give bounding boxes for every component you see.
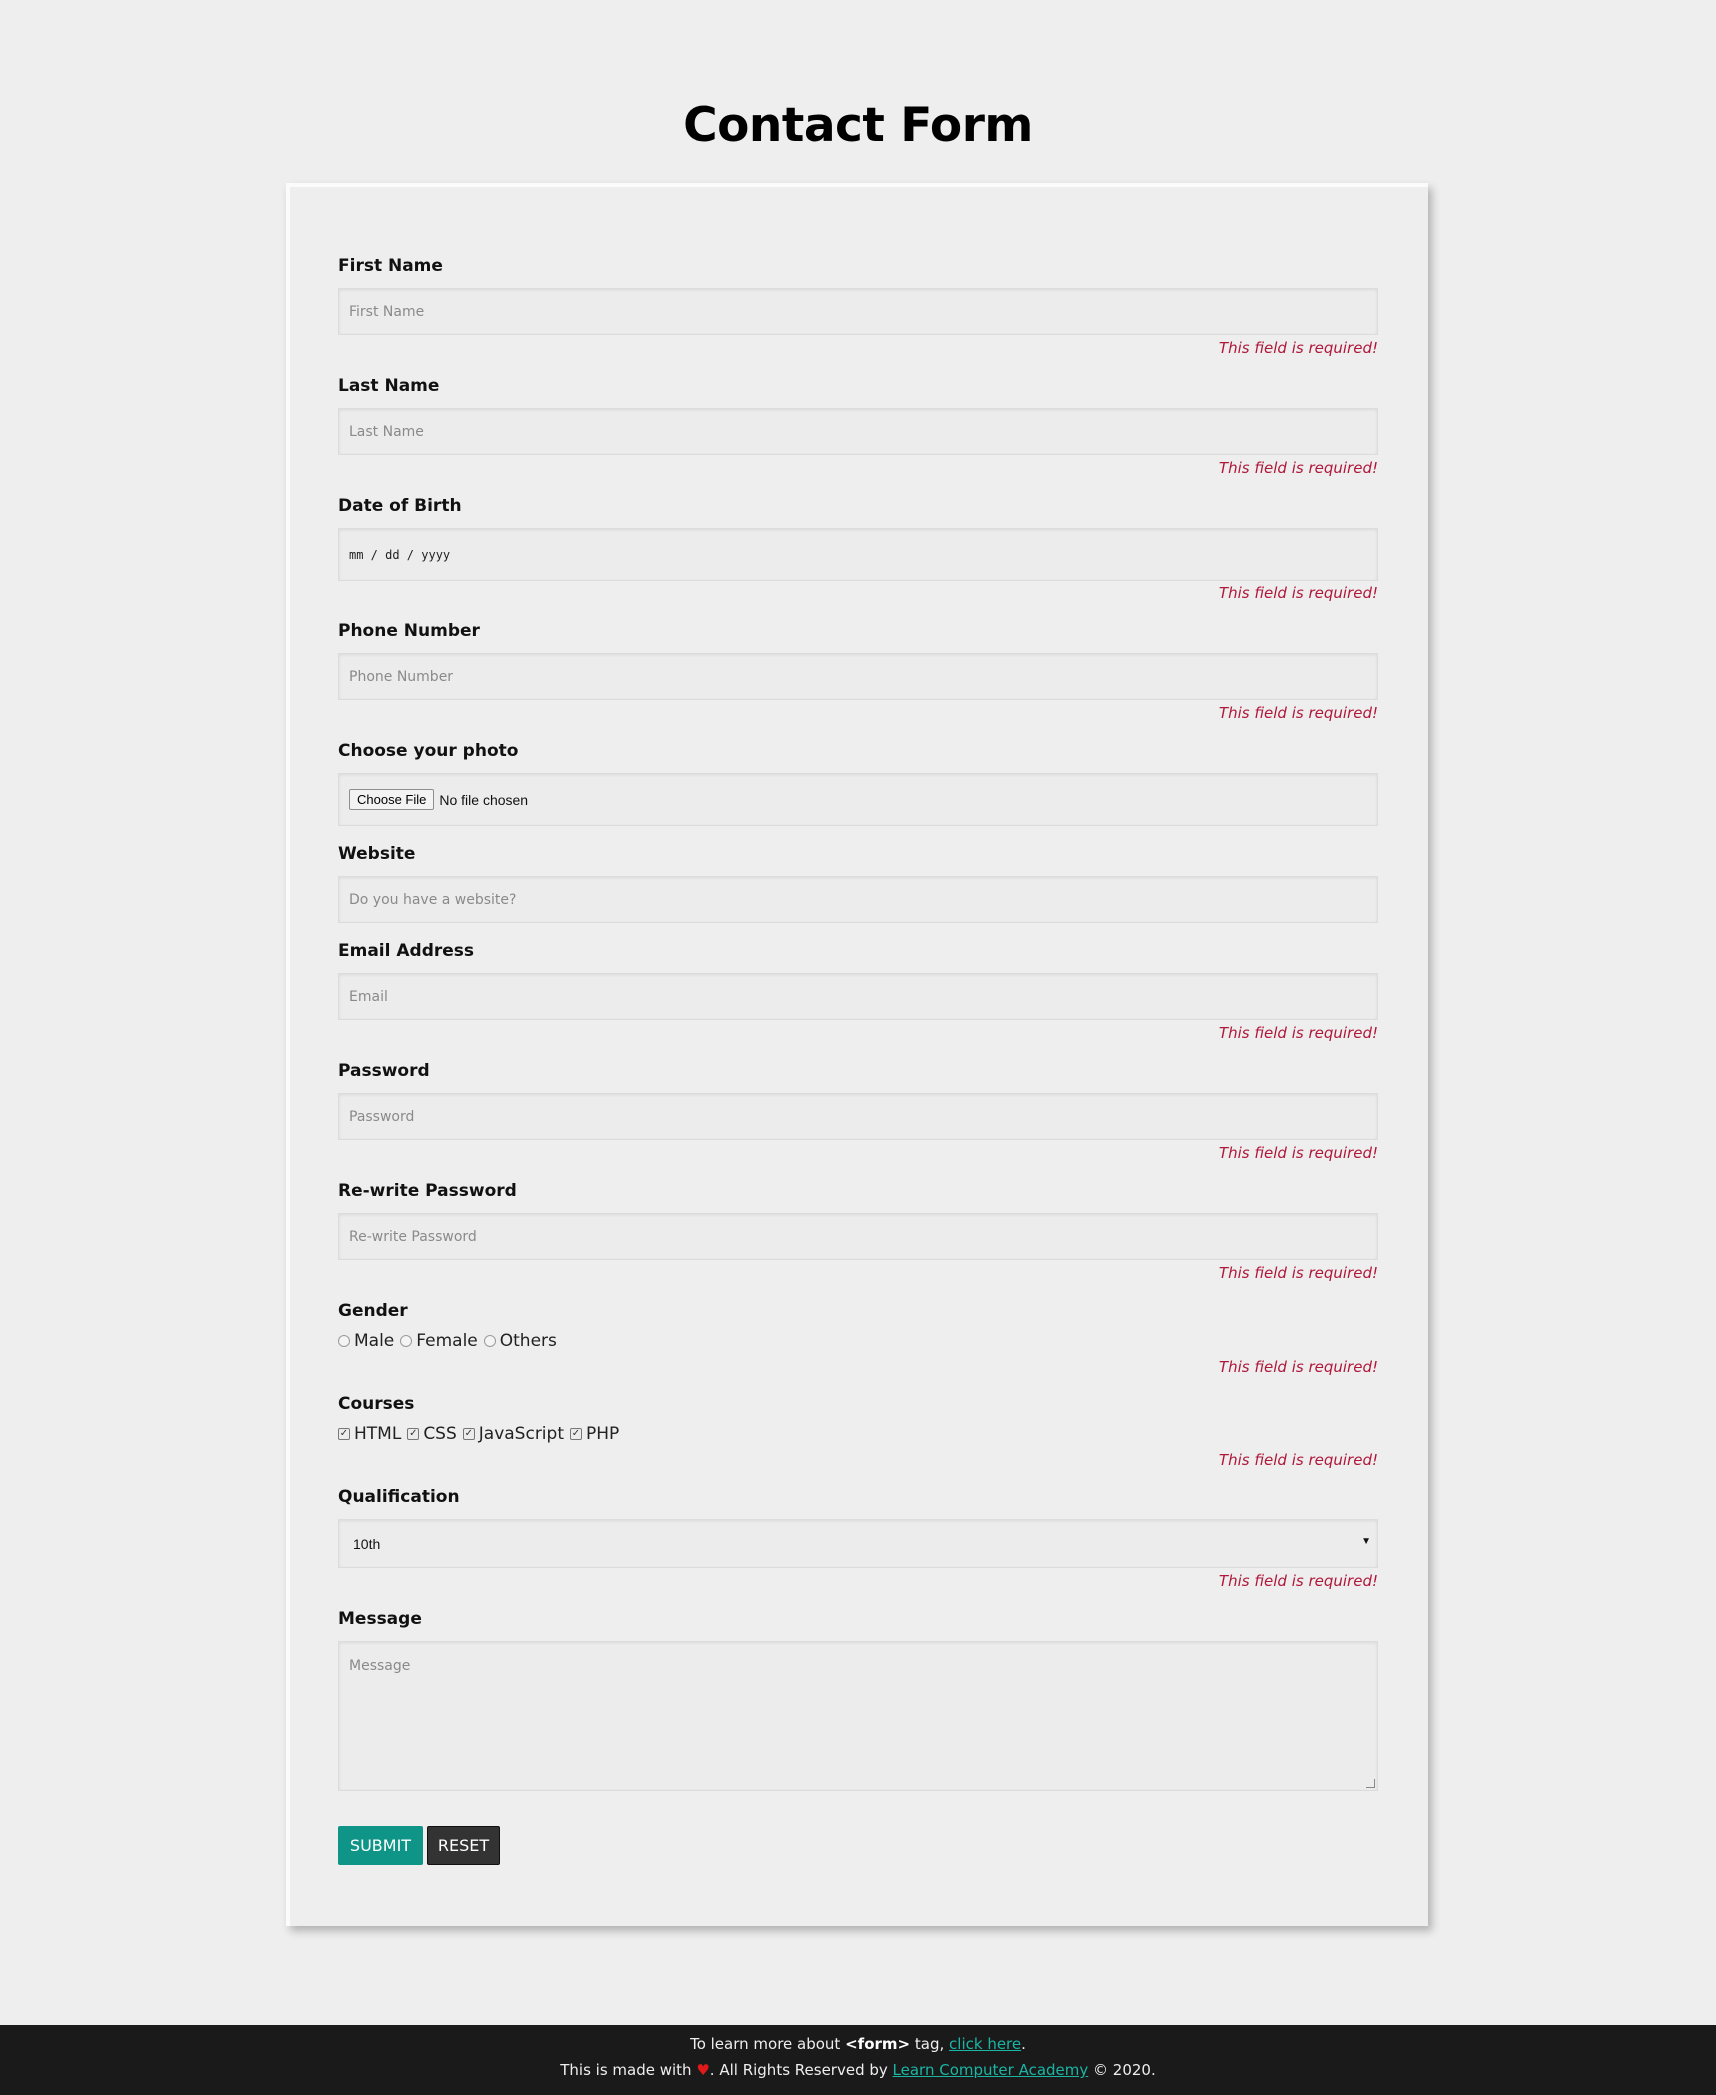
repassword-error: This field is required! xyxy=(1218,1264,1378,1282)
repassword-input[interactable]: Re-write Password xyxy=(338,1213,1378,1260)
course-html-label: HTML xyxy=(354,1424,402,1444)
file-status-text: No file chosen xyxy=(439,791,529,808)
heart-icon: ♥ xyxy=(696,2061,710,2079)
dob-input[interactable]: mm / dd / yyyy xyxy=(338,528,1378,581)
last-name-error: This field is required! xyxy=(1218,459,1378,477)
submit-button[interactable]: SUBMIT xyxy=(338,1826,423,1865)
gender-others-radio[interactable] xyxy=(483,1335,496,1347)
resize-handle-icon[interactable] xyxy=(1366,1779,1375,1788)
course-php-checkbox[interactable]: ✓ xyxy=(569,1428,582,1440)
phone-label: Phone Number xyxy=(338,621,480,641)
course-javascript-checkbox[interactable]: ✓ xyxy=(462,1428,475,1440)
gender-female-radio[interactable] xyxy=(400,1335,413,1347)
dropdown-arrow-icon: ▼ xyxy=(1361,1536,1371,1547)
password-label: Password xyxy=(338,1061,430,1081)
photo-file-input[interactable]: Choose File No file chosen xyxy=(338,773,1378,826)
repassword-label: Re-write Password xyxy=(338,1181,517,1201)
password-input[interactable]: Password xyxy=(338,1093,1378,1140)
phone-input[interactable]: Phone Number xyxy=(338,653,1378,700)
footer-text: . All Rights Reserved by xyxy=(709,2061,888,2079)
qualification-selected-value: 10th xyxy=(353,1535,381,1552)
gender-options: Male Female Others xyxy=(338,1331,563,1351)
email-error: This field is required! xyxy=(1218,1024,1378,1042)
footer-text: tag, xyxy=(914,2035,945,2053)
message-placeholder: Message xyxy=(349,1658,411,1674)
photo-label: Choose your photo xyxy=(338,741,519,761)
gender-error: This field is required! xyxy=(1218,1358,1378,1376)
choose-file-button[interactable]: Choose File xyxy=(349,789,435,810)
gender-female-label: Female xyxy=(416,1331,478,1351)
website-input[interactable]: Do you have a website? xyxy=(338,876,1378,923)
footer-text: . xyxy=(1021,2035,1026,2053)
course-css-checkbox[interactable]: ✓ xyxy=(407,1428,420,1440)
footer: To learn more about <form> tag, click he… xyxy=(0,2025,1716,2095)
footer-line-1: To learn more about <form> tag, click he… xyxy=(0,2035,1716,2053)
gender-others-label: Others xyxy=(499,1331,557,1351)
dob-error: This field is required! xyxy=(1218,584,1378,602)
last-name-input[interactable]: Last Name xyxy=(338,408,1378,455)
qualification-label: Qualification xyxy=(338,1487,460,1507)
courses-error: This field is required! xyxy=(1218,1451,1378,1469)
footer-text: This is made with xyxy=(560,2061,692,2079)
gender-label: Gender xyxy=(338,1301,408,1321)
first-name-input[interactable]: First Name xyxy=(338,288,1378,335)
footer-form-tag: <form> xyxy=(845,2035,911,2053)
course-javascript-label: JavaScript xyxy=(478,1424,564,1444)
gender-male-label: Male xyxy=(354,1331,395,1351)
learn-computer-academy-link[interactable]: Learn Computer Academy xyxy=(893,2061,1089,2079)
last-name-label: Last Name xyxy=(338,376,440,396)
click-here-link[interactable]: click here xyxy=(949,2035,1021,2053)
website-label: Website xyxy=(338,844,416,864)
courses-options: ✓ HTML ✓ CSS ✓ JavaScript ✓ PHP xyxy=(338,1424,625,1444)
email-label: Email Address xyxy=(338,941,475,961)
password-error: This field is required! xyxy=(1218,1144,1378,1162)
page-title: Contact Form xyxy=(683,98,1033,153)
reset-button[interactable]: RESET xyxy=(427,1826,500,1865)
first-name-label: First Name xyxy=(338,256,443,276)
footer-line-2: This is made with ♥. All Rights Reserved… xyxy=(0,2061,1716,2079)
courses-label: Courses xyxy=(338,1394,415,1414)
course-css-label: CSS xyxy=(423,1424,457,1444)
qualification-select[interactable]: 10th ▼ xyxy=(338,1519,1378,1568)
message-textarea[interactable]: Message xyxy=(338,1641,1378,1791)
email-input[interactable]: Email xyxy=(338,973,1378,1020)
qualification-error: This field is required! xyxy=(1218,1572,1378,1590)
footer-copyright: © 2020. xyxy=(1093,2061,1156,2079)
gender-male-radio[interactable] xyxy=(338,1335,350,1347)
footer-text: To learn more about xyxy=(690,2035,841,2053)
dob-label: Date of Birth xyxy=(338,496,462,516)
course-html-checkbox[interactable]: ✓ xyxy=(338,1428,350,1440)
first-name-error: This field is required! xyxy=(1218,339,1378,357)
course-php-label: PHP xyxy=(585,1424,620,1444)
phone-error: This field is required! xyxy=(1218,704,1378,722)
message-label: Message xyxy=(338,1609,422,1629)
